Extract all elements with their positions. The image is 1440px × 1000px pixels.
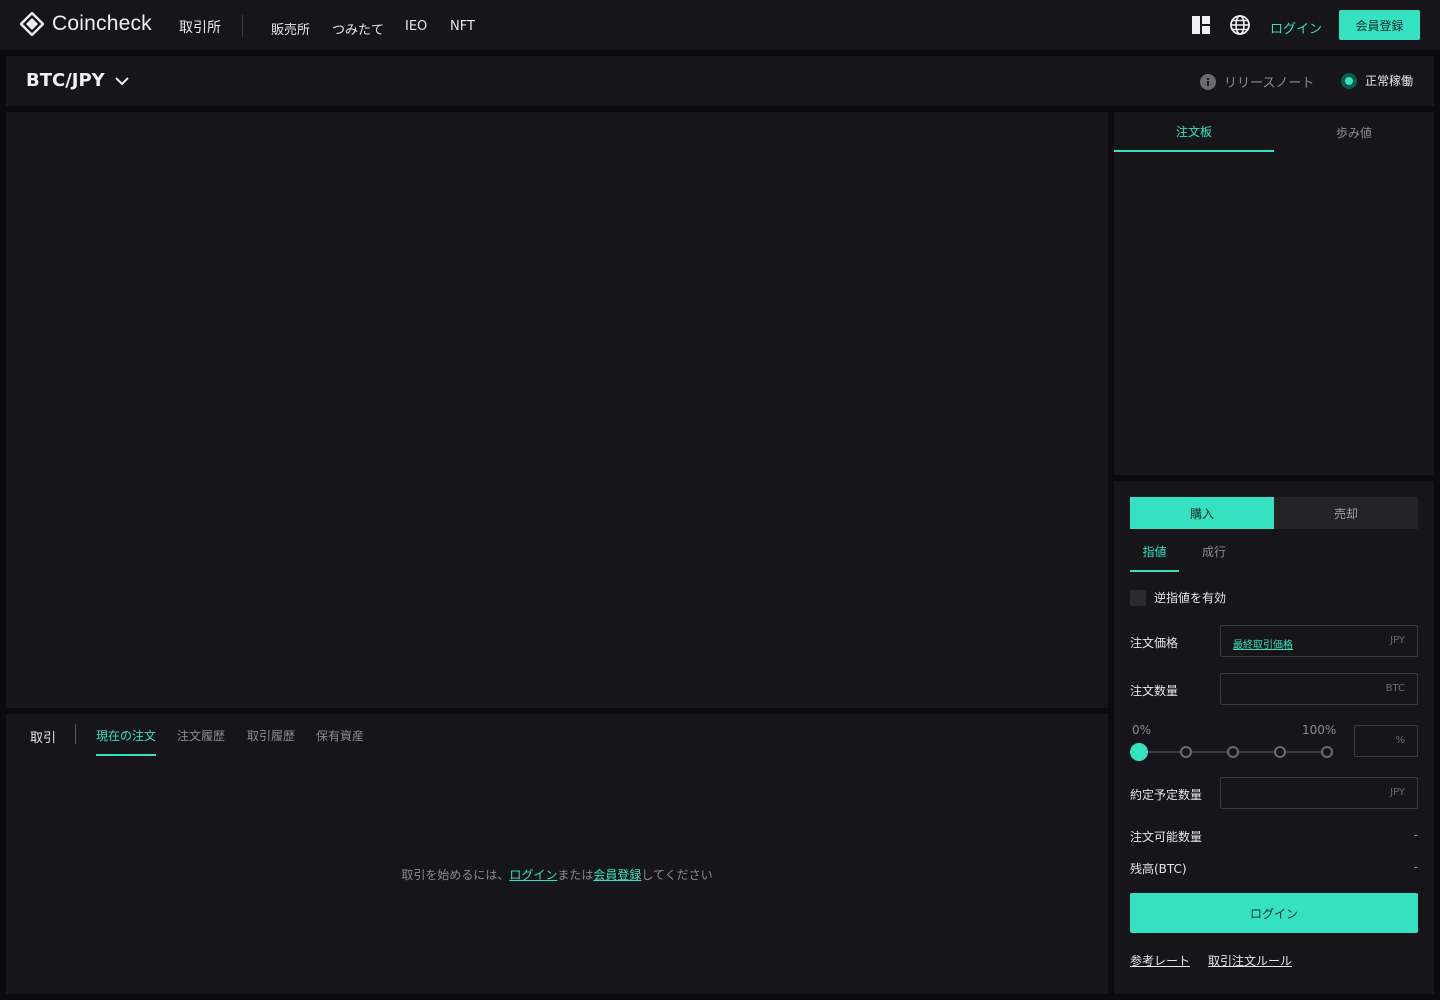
slider-step-50[interactable] xyxy=(1227,746,1239,758)
top-navigation: Coincheck 取引所 販売所 つみたて IEO NFT ログイン 会員登録 xyxy=(0,0,1440,50)
login-prompt-login-link[interactable]: ログイン xyxy=(509,868,557,882)
amount-label: 注文数量 xyxy=(1130,684,1179,698)
estimate-label: 約定予定数量 xyxy=(1130,788,1203,802)
orders-panel: 取引 現在の注文 注文履歴 取引履歴 保有資産 取引を始めるには、ログインまたは… xyxy=(6,714,1108,994)
orderbook-panel: 注文板 歩み値 xyxy=(1114,112,1434,475)
pair-label: BTC/JPY xyxy=(26,70,105,91)
tab-open-orders[interactable]: 現在の注文 xyxy=(96,727,157,756)
percent-input[interactable]: % xyxy=(1354,725,1418,757)
tab-trade-history[interactable]: 歩み値 xyxy=(1274,112,1434,152)
login-prompt-suffix: してください xyxy=(641,868,713,882)
last-price-link[interactable]: 最終取引価格 xyxy=(1233,636,1293,651)
tab-order-history[interactable]: 注文履歴 xyxy=(177,727,225,754)
buy-sell-toggle: 購入 売却 xyxy=(1130,497,1418,529)
slider-step-100[interactable] xyxy=(1321,746,1333,758)
available-row: 注文可能数量 - xyxy=(1130,828,1418,845)
chevron-down-icon xyxy=(115,76,129,85)
stop-order-label: 逆指値を有効 xyxy=(1154,591,1227,605)
balance-value: - xyxy=(1413,860,1418,874)
tab-order-book[interactable]: 注文板 xyxy=(1114,112,1274,152)
slider-max-label: 100% xyxy=(1302,723,1337,737)
chart-panel[interactable] xyxy=(6,112,1108,708)
percent-unit: % xyxy=(1395,735,1405,746)
header-login-link[interactable]: ログイン xyxy=(1270,18,1322,37)
reference-rate-link[interactable]: 参考レート xyxy=(1130,952,1190,969)
orders-panel-divider xyxy=(75,724,76,744)
system-status: 正常稼働 xyxy=(1341,72,1413,89)
tab-limit-order[interactable]: 指値 xyxy=(1130,543,1179,572)
nav-divider xyxy=(242,15,243,37)
nav-item-tsumitate[interactable]: つみたて xyxy=(332,19,384,38)
release-notes-label: リリースノート xyxy=(1224,76,1315,91)
price-unit: JPY xyxy=(1390,635,1405,646)
price-label: 注文価格 xyxy=(1130,636,1179,650)
pair-bar: BTC/JPY リリースノート 正常稼働 xyxy=(6,56,1434,106)
buy-button[interactable]: 購入 xyxy=(1130,497,1274,529)
estimate-field[interactable]: JPY xyxy=(1220,777,1418,809)
tab-market-order[interactable]: 成行 xyxy=(1202,543,1226,570)
tab-trade-history-list[interactable]: 取引履歴 xyxy=(247,727,295,754)
status-label: 正常稼働 xyxy=(1365,74,1414,88)
login-prompt-mid: または xyxy=(557,868,594,882)
slider-handle[interactable] xyxy=(1130,743,1148,761)
stop-order-toggle[interactable]: 逆指値を有効 xyxy=(1130,589,1226,606)
brand-name: Coincheck xyxy=(52,12,152,35)
login-prompt: 取引を始めるには、ログインまたは会員登録してください xyxy=(6,866,1108,883)
globe-icon[interactable] xyxy=(1229,14,1251,36)
available-label: 注文可能数量 xyxy=(1130,830,1203,844)
order-form-panel: 購入 売却 指値 成行 逆指値を有効 注文価格 最終取引価格 JPY 注文数量 … xyxy=(1114,481,1434,994)
info-icon xyxy=(1200,73,1216,90)
release-notes-link[interactable]: リリースノート xyxy=(1200,72,1314,91)
estimate-unit: JPY xyxy=(1390,787,1405,798)
amount-field[interactable]: BTC xyxy=(1220,673,1418,705)
login-prompt-prefix: 取引を始めるには、 xyxy=(401,868,510,882)
trading-rules-link[interactable]: 取引注文ルール xyxy=(1208,952,1292,969)
nav-item-ieo[interactable]: IEO xyxy=(405,19,427,34)
orders-panel-label: 取引 xyxy=(30,731,57,746)
stop-order-checkbox[interactable] xyxy=(1130,589,1146,606)
balance-row: 残高(BTC) - xyxy=(1130,860,1418,877)
pair-selector[interactable]: BTC/JPY xyxy=(26,70,129,91)
price-field[interactable]: 最終取引価格 JPY xyxy=(1220,625,1418,657)
slider-step-25[interactable] xyxy=(1180,746,1192,758)
nav-item-nft[interactable]: NFT xyxy=(450,19,475,34)
balance-label: 残高(BTC) xyxy=(1130,862,1187,876)
slider-step-75[interactable] xyxy=(1274,746,1286,758)
amount-unit: BTC xyxy=(1385,683,1405,694)
layout-icon[interactable] xyxy=(1190,14,1212,36)
nav-exchange[interactable]: 取引所 xyxy=(179,17,221,37)
available-value: - xyxy=(1413,828,1418,842)
header-register-button[interactable]: 会員登録 xyxy=(1339,10,1420,40)
sell-button[interactable]: 売却 xyxy=(1274,497,1418,529)
status-dot-icon xyxy=(1341,72,1357,89)
login-prompt-register-link[interactable]: 会員登録 xyxy=(593,868,641,882)
slider-min-label: 0% xyxy=(1132,723,1152,737)
tab-assets[interactable]: 保有資産 xyxy=(316,727,364,754)
order-login-button[interactable]: ログイン xyxy=(1130,893,1418,933)
nav-item-sales[interactable]: 販売所 xyxy=(271,19,310,38)
brand-logo[interactable]: Coincheck xyxy=(20,12,152,36)
coincheck-logo-icon xyxy=(20,12,44,36)
